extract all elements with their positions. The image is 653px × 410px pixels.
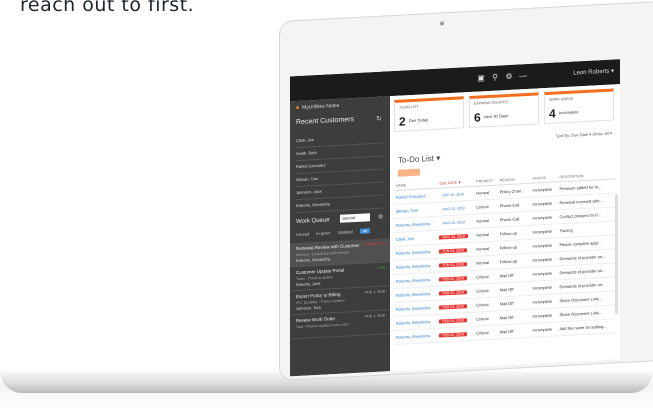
card-text: Next 30 Days — [484, 112, 509, 120]
work-queue-tabs: Unread In-given Updated All — [296, 228, 376, 237]
work-queue-item-date: 1 HR — [377, 265, 385, 270]
briefcase-icon[interactable]: ▣ — [476, 73, 486, 84]
card-label: EXPIRING POLICIES — [474, 100, 508, 106]
due-date-badge: FEB 04, 2018 — [439, 304, 467, 310]
due-date-badge: AUG 15, 2018 — [442, 220, 465, 226]
summary-card[interactable]: WORK QUEUE 4 Incomplete — [544, 88, 614, 125]
due-date-badge: AUG 15, 2018 — [439, 234, 468, 240]
table-cell: Critical — [474, 199, 498, 215]
due-date-badge: SEP 16, 2018 — [442, 192, 465, 198]
sidebar: ■ MyUtilities Notes Recent Customers ↻ Cl… — [290, 96, 390, 377]
card-label: WORK QUEUE — [549, 96, 574, 102]
sort-show-controls[interactable]: Sort By: Due Date ▾ Show: All ▾ — [556, 131, 612, 139]
due-date-badge: JUN 01, 2018 — [439, 262, 467, 268]
gear-icon[interactable]: ⚙ — [378, 214, 383, 221]
todo-table: NAME DUE DATE ▼ PRIORITY REASON STATUS DESCRI… — [394, 170, 616, 345]
app-screen: ▣ ⚲ ⚙ — Leon Roberts ▾ ■ MyUtilities Note… — [290, 59, 620, 377]
table-cell: Incomplete — [530, 321, 558, 338]
recent-customers-list: Clark, Joe Smith, Beth Rafael Gonzalez A… — [296, 130, 384, 214]
table-cell: Normal — [474, 255, 498, 271]
table-cell: Incomplete — [530, 279, 558, 296]
todo-list-title[interactable]: To-Do List ▾ — [398, 154, 440, 165]
card-text: Incomplete — [559, 109, 579, 116]
menu-icon[interactable]: — — [518, 71, 528, 82]
table-cell: Critical — [474, 269, 498, 285]
tab-unread[interactable]: Unread — [296, 231, 309, 237]
table-cell: Critical — [474, 283, 498, 299]
work-queue-title: Work Queue — [296, 217, 330, 226]
table-cell: Normal — [474, 227, 498, 243]
table-cell: Incomplete — [530, 251, 558, 268]
laptop-lid: ▣ ⚲ ⚙ — Leon Roberts ▾ ■ MyUtilities Note… — [279, 0, 653, 382]
table-cell: Mail Off — [497, 323, 531, 340]
table-cell: Normal — [474, 185, 498, 201]
table-cell: Incomplete — [530, 209, 558, 226]
table-cell: Incomplete — [530, 307, 558, 324]
due-date-cell: FEB 04, 2018 — [437, 326, 475, 343]
caption-text: reach out to first. — [20, 0, 195, 16]
table-body: Rafael Gonzalez SEP 16, 2018 Normal Policy … — [394, 178, 616, 345]
due-date-badge: AUG 15, 2018 — [442, 206, 465, 212]
search-icon[interactable]: ⚲ — [490, 72, 500, 83]
table-cell: Incomplete — [530, 265, 558, 282]
table-cell: Incomplete — [530, 237, 558, 254]
due-date-badge: JUN 04, 2018 — [439, 248, 467, 254]
table-cell: Critical — [474, 297, 498, 313]
due-date-badge: FEB 04, 2018 — [439, 290, 467, 296]
new-task-button[interactable] — [398, 168, 420, 177]
table-cell: Incomplete — [530, 223, 558, 240]
summary-card[interactable]: TO-DO LIST 2 Due Today — [394, 96, 464, 132]
brand: ■ MyUtilities Notes — [296, 103, 339, 111]
due-date-badge: FEB 04, 2018 — [439, 276, 467, 282]
work-queue-filter-select[interactable]: Special — [340, 213, 370, 223]
refresh-icon[interactable]: ↻ — [376, 115, 382, 123]
customer-link[interactable]: Roberts, Alexandra — [394, 328, 438, 345]
card-count: 6 — [474, 110, 481, 125]
camera-dot — [440, 21, 444, 26]
table-cell: Incomplete — [530, 293, 558, 310]
card-label: TO-DO LIST — [399, 104, 419, 110]
due-date-badge: FEB 04, 2018 — [439, 318, 467, 324]
gear-icon[interactable]: ⚙ — [504, 72, 514, 83]
tab-in-given[interactable]: In-given — [316, 230, 330, 236]
recent-customers-title: Recent Customers — [296, 116, 354, 127]
work-queue-list: Renewal Review with Customer Delivery - C… — [290, 238, 390, 340]
brand-name: MyUtilities Notes — [302, 102, 340, 111]
table-cell: Incomplete — [530, 195, 558, 212]
work-queue: Work Queue Special ⚙ Unread In-given Upd… — [290, 213, 390, 340]
summary-card[interactable]: EXPIRING POLICIES 6 Next 30 Days — [469, 92, 539, 129]
main-panel: TO-DO LIST 2 Due Today EXPIRING POLICIES 6 Ne… — [390, 84, 620, 372]
tab-updated[interactable]: Updated — [338, 229, 353, 235]
table-cell: Critical — [474, 311, 498, 327]
work-queue-item[interactable]: Review Work Order Task - Review updated w… — [290, 310, 390, 340]
card-count: 2 — [399, 114, 406, 129]
table-cell: Incomplete — [530, 181, 558, 198]
due-date-badge: FEB 04, 2018 — [439, 332, 467, 338]
card-text: Due Today — [409, 117, 429, 124]
table-cell: Critical — [474, 325, 498, 341]
card-count: 4 — [549, 106, 556, 121]
table-cell: Normal — [474, 241, 498, 257]
brand-logo-icon: ■ — [296, 104, 300, 112]
scrollbar[interactable] — [615, 194, 618, 315]
user-menu[interactable]: Leon Roberts ▾ — [573, 67, 614, 76]
tab-all[interactable]: All — [359, 228, 371, 234]
table-cell: Add the name for adding... — [557, 318, 616, 336]
table-cell: Normal — [474, 213, 498, 229]
